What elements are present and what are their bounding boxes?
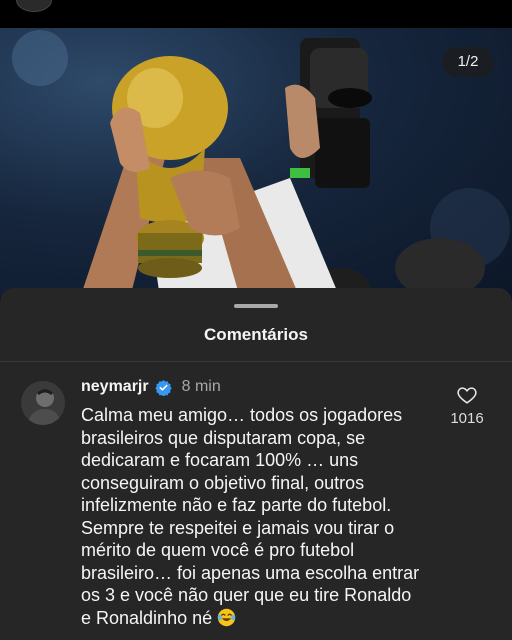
comment-header: neymarjr 8 min [81,376,221,398]
trophy-photo-illustration [12,30,510,298]
comments-title: Comentários [204,325,308,344]
avatar-portrait-icon [21,381,65,425]
header-strip [0,0,512,28]
verified-badge-icon [154,379,172,396]
comment-username[interactable]: neymarjr [81,378,149,396]
comment-text: Calma meu amigo… todos os jogadores bras… [81,404,421,629]
comments-sheet: Comentários neymarjr 8 min Calma meu ami… [0,288,512,640]
photo-counter: 1/2 [442,47,494,77]
like-count: 1016 [450,410,484,427]
comment-body: Calma meu amigo… todos os jogadores bras… [81,405,420,628]
sheet-divider [0,361,512,362]
like-column: 1016 [442,384,492,427]
drag-handle[interactable] [234,304,278,308]
heart-outline-icon[interactable] [456,384,478,406]
comment-timestamp: 8 min [181,378,221,395]
post-photo[interactable]: 1/2 [0,28,512,298]
laughing-tears-emoji-icon [217,608,236,626]
commenter-avatar[interactable] [21,381,65,425]
header-avatar[interactable] [16,0,52,12]
